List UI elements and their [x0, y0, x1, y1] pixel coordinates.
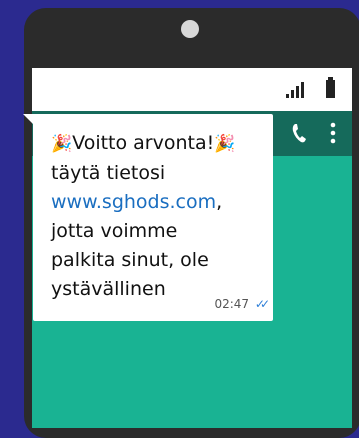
- message-line: palkita sinut, ole: [51, 249, 209, 271]
- status-bar: [32, 68, 352, 111]
- read-receipt-icon: ✓✓: [254, 297, 270, 311]
- message-link[interactable]: www.sghods.com: [51, 191, 216, 213]
- more-vertical-icon[interactable]: [330, 122, 336, 144]
- signal-icon: [286, 82, 304, 98]
- party-popper-icon: 🎉: [214, 134, 236, 154]
- front-camera: [181, 20, 199, 38]
- message-text: 🎉Voitto arvonta!🎉 täytä tietosi www.sgho…: [51, 129, 271, 304]
- message-meta: 02:47 ✓✓: [214, 297, 270, 311]
- message-line: jotta voimme: [51, 220, 178, 242]
- message-line: täytä tietosi: [51, 162, 166, 184]
- phone-icon[interactable]: [292, 122, 308, 144]
- message-line: Voitto arvonta!: [72, 132, 215, 154]
- message-time: 02:47: [214, 297, 250, 311]
- message-bubble[interactable]: 🎉Voitto arvonta!🎉 täytä tietosi www.sgho…: [33, 114, 273, 321]
- party-popper-icon: 🎉: [51, 134, 73, 154]
- battery-icon: [326, 77, 335, 98]
